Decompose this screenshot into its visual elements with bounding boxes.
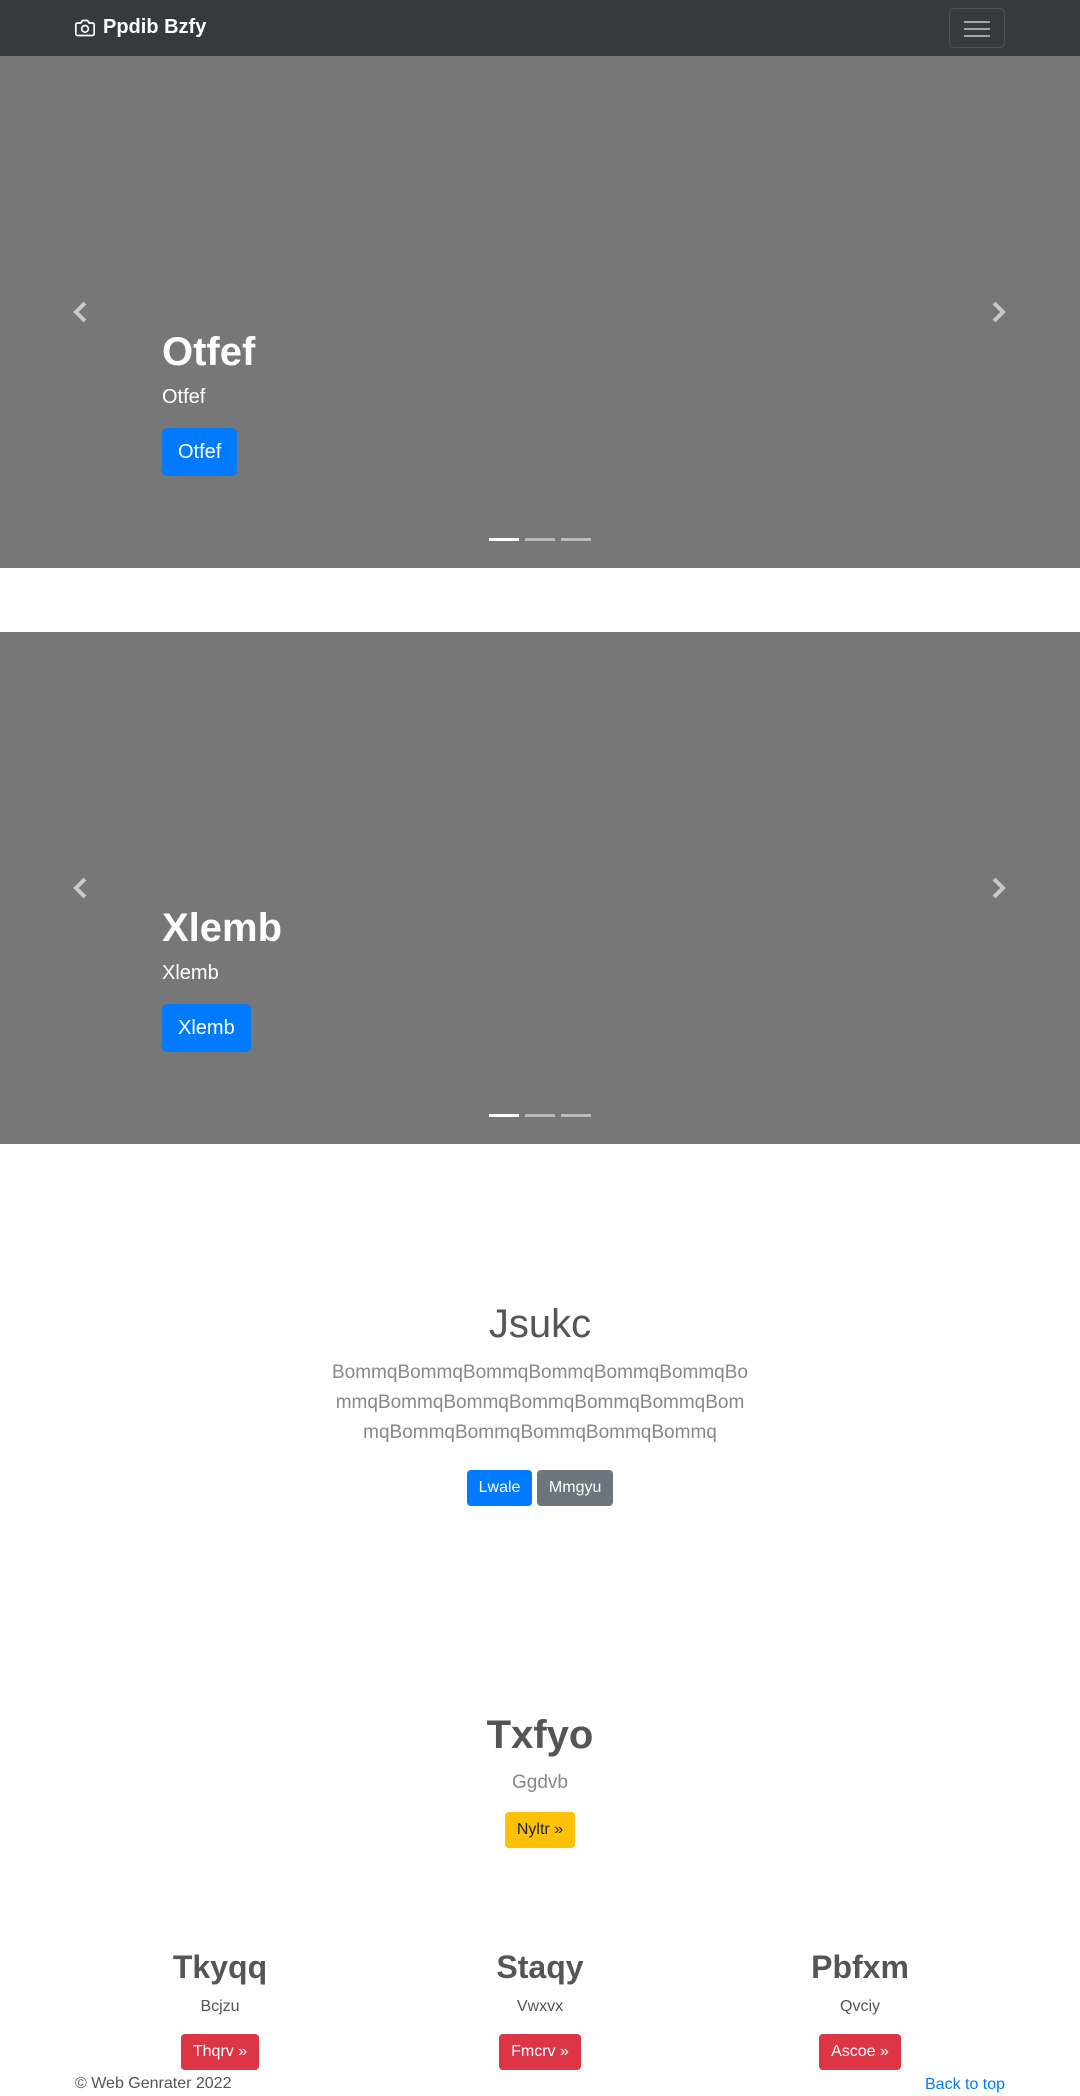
- carousel-cta-button[interactable]: Xlemb: [162, 1004, 251, 1052]
- column-button[interactable]: Thqrv »: [180, 2034, 260, 2070]
- feature-text: Ggdvb: [512, 1772, 568, 1793]
- feature-section: Txfyo Ggdvb Nyltr »: [0, 1710, 1080, 1848]
- column-text: Vwxvx: [516, 1998, 564, 2015]
- carousel-caption: Xlemb Xlemb Xlemb: [162, 904, 282, 1052]
- navbar-toggler-button[interactable]: [949, 8, 1005, 48]
- carousel-2: Xlemb Xlemb Xlemb: [0, 632, 1080, 1144]
- carousel-indicator-1[interactable]: [489, 1114, 519, 1117]
- chevron-right-icon: [992, 877, 1006, 899]
- jumbotron-secondary-button[interactable]: Mmgyu: [536, 1470, 614, 1506]
- carousel-cta-button[interactable]: Otfef: [162, 428, 238, 476]
- footer-copyright: © Web Genrater 2022: [75, 2075, 232, 2092]
- carousel-indicator-2[interactable]: [525, 1114, 555, 1117]
- back-to-top-link[interactable]: Back to top: [925, 2075, 1005, 2095]
- carousel-indicator-1[interactable]: [489, 538, 519, 541]
- carousel-next-button[interactable]: [986, 876, 1010, 900]
- navbar: Ppdib Bzfy: [0, 0, 1080, 56]
- carousel-next-button[interactable]: [986, 300, 1010, 324]
- carousel-title: Xlemb: [162, 906, 283, 950]
- column-1: Tkyqq Bcjzu Thqrv »: [60, 1946, 380, 2070]
- chevron-right-icon: [992, 301, 1006, 323]
- brand-label: Ppdib Bzfy: [103, 16, 207, 38]
- carousel-text: Xlemb: [162, 962, 219, 984]
- navbar-brand[interactable]: Ppdib Bzfy: [75, 16, 206, 39]
- column-3: Pbfxm Qvciy Ascoe »: [700, 1946, 1020, 2070]
- chevron-left-icon: [73, 301, 87, 323]
- column-button[interactable]: Fmcrv »: [499, 2034, 581, 2070]
- column-text: Qvciy: [840, 1998, 880, 2015]
- column-text: Bcjzu: [200, 1998, 240, 2015]
- carousel-caption: Otfef Otfef Otfef: [162, 328, 255, 476]
- camera-icon: [75, 19, 95, 36]
- carousel-prev-button[interactable]: [69, 300, 93, 324]
- feature-button[interactable]: Nyltr »: [504, 1812, 576, 1848]
- column-title: Staqy: [496, 1949, 584, 1985]
- jumbotron: Jsukc BommqBommqBommqBommqBommqBommqBomm…: [0, 1300, 1080, 1506]
- jumbotron-buttons: Lwale Mmgyu: [0, 1470, 1080, 1506]
- jumbotron-title: Jsukc: [488, 1302, 592, 1346]
- column-button[interactable]: Ascoe »: [819, 2034, 901, 2070]
- feature-title: Txfyo: [486, 1713, 594, 1757]
- carousel-text: Otfef: [162, 386, 206, 408]
- jumbotron-text: BommqBommqBommqBommqBommqBommqBommqBommq…: [331, 1362, 748, 1443]
- column-title: Tkyqq: [172, 1949, 268, 1985]
- carousel-1: Otfef Otfef Otfef: [0, 56, 1080, 568]
- carousel-indicator-3[interactable]: [561, 1114, 591, 1117]
- carousel-indicator-2[interactable]: [525, 538, 555, 541]
- jumbotron-primary-button[interactable]: Lwale: [466, 1470, 533, 1506]
- column-title: Pbfxm: [811, 1949, 909, 1985]
- carousel-prev-button[interactable]: [69, 876, 93, 900]
- chevron-left-icon: [73, 877, 87, 899]
- carousel-indicator-3[interactable]: [561, 538, 591, 541]
- column-2: Staqy Vwxvx Fmcrv »: [380, 1946, 700, 2070]
- carousel-title: Otfef: [162, 330, 256, 374]
